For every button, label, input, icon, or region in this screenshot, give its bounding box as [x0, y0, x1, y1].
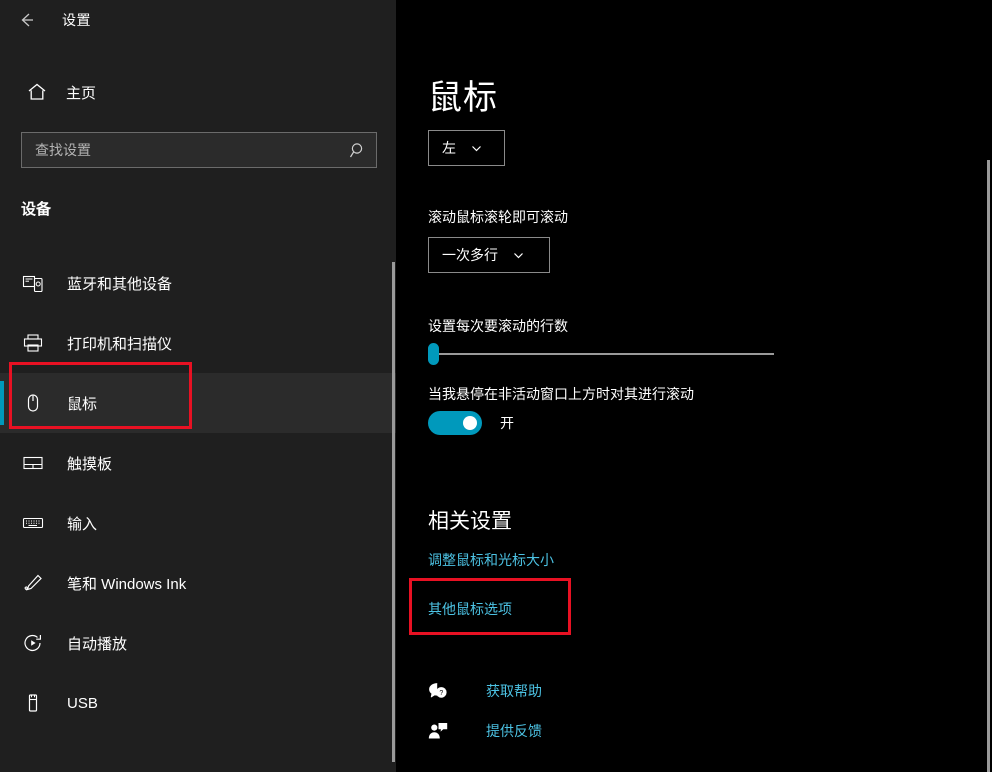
search-box[interactable] [21, 132, 377, 168]
autoplay-icon [18, 628, 48, 658]
scroll-mouse-wheel-label: 滚动鼠标滚轮即可滚动 [428, 209, 568, 225]
sidebar-item-pen-windows-ink-label: 笔和 Windows Ink [67, 575, 187, 593]
main-content: 鼠标 左 滚动鼠标滚轮即可滚动 一次多行 设置每次要滚动的行数 当我悬停在非活动 [396, 0, 992, 772]
usb-icon [18, 688, 48, 718]
sidebar-item-typing-label: 输入 [67, 515, 98, 533]
sidebar-item-home-label: 主页 [66, 84, 97, 102]
slider-thumb[interactable] [428, 343, 439, 365]
touchpad-icon [18, 448, 48, 478]
back-arrow-icon[interactable] [4, 4, 50, 36]
sidebar-item-pen-windows-ink[interactable]: 笔和 Windows Ink [0, 553, 396, 613]
sidebar-item-mouse[interactable]: 鼠标 [0, 373, 396, 433]
app-title: 设置 [62, 12, 91, 28]
inactive-window-scroll-toggle[interactable] [428, 411, 482, 435]
give-feedback-row[interactable]: 提供反馈 [426, 719, 542, 743]
sidebar-item-bluetooth[interactable]: 蓝牙和其他设备 [0, 253, 396, 313]
sidebar-item-mouse-label: 鼠标 [67, 395, 98, 413]
sidebar-item-printers-label: 打印机和扫描仪 [67, 335, 173, 353]
sidebar-scrollbar-thumb[interactable] [392, 262, 395, 762]
slider-track [436, 353, 774, 355]
inactive-window-scroll-toggle-row: 开 [428, 411, 514, 435]
link-other-mouse-options[interactable]: 其他鼠标选项 [428, 599, 512, 619]
primary-mouse-button-dropdown[interactable]: 左 [428, 130, 505, 166]
toggle-knob [463, 416, 477, 430]
mouse-icon [18, 388, 48, 418]
help-question-icon: ? [426, 679, 450, 703]
chevron-down-icon [470, 142, 483, 155]
settings-window: 设置 主页 设备 [0, 0, 992, 772]
sidebar-item-usb[interactable]: USB [0, 673, 396, 733]
sidebar-item-usb-label: USB [67, 694, 98, 712]
printer-icon [18, 328, 48, 358]
sidebar-item-touchpad-label: 触摸板 [67, 455, 113, 473]
sidebar-item-touchpad[interactable]: 触摸板 [0, 433, 396, 493]
svg-text:?: ? [439, 690, 443, 697]
sidebar-section-title: 设备 [21, 201, 52, 218]
scroll-mouse-wheel-value: 一次多行 [442, 247, 498, 263]
scroll-lines-label: 设置每次要滚动的行数 [428, 318, 568, 334]
scroll-lines-slider[interactable] [428, 343, 774, 365]
search-input[interactable] [22, 133, 340, 167]
main-scrollbar-thumb[interactable] [987, 160, 990, 772]
related-settings-heading: 相关设置 [428, 510, 512, 533]
title-bar: 设置 [0, 0, 396, 40]
chevron-down-icon [512, 249, 525, 262]
page-title: 鼠标 [428, 79, 498, 117]
give-feedback-link[interactable]: 提供反馈 [486, 721, 542, 741]
bluetooth-devices-icon [18, 268, 48, 298]
feedback-person-icon [426, 719, 450, 743]
sidebar-item-autoplay-label: 自动播放 [67, 635, 128, 653]
sidebar-item-typing[interactable]: 输入 [0, 493, 396, 553]
inactive-window-scroll-label: 当我悬停在非活动窗口上方时对其进行滚动 [428, 386, 694, 402]
pen-icon [18, 568, 48, 598]
search-icon[interactable] [340, 133, 376, 167]
home-icon [14, 81, 60, 103]
get-help-link[interactable]: 获取帮助 [486, 681, 542, 701]
sidebar: 设置 主页 设备 [0, 0, 396, 772]
sidebar-item-home[interactable]: 主页 [0, 72, 380, 112]
primary-mouse-button-value: 左 [442, 140, 456, 156]
scroll-mouse-wheel-dropdown[interactable]: 一次多行 [428, 237, 550, 273]
sidebar-item-printers[interactable]: 打印机和扫描仪 [0, 313, 396, 373]
link-adjust-mouse-cursor-size[interactable]: 调整鼠标和光标大小 [428, 550, 554, 570]
sidebar-nav-list: 蓝牙和其他设备 打印机和扫描仪 鼠标 触摸板 输入 笔和 Windows Ink… [0, 253, 396, 733]
keyboard-icon [18, 508, 48, 538]
get-help-row[interactable]: ? 获取帮助 [426, 679, 542, 703]
sidebar-item-autoplay[interactable]: 自动播放 [0, 613, 396, 673]
sidebar-item-bluetooth-label: 蓝牙和其他设备 [67, 275, 173, 293]
inactive-window-scroll-state: 开 [500, 415, 514, 431]
